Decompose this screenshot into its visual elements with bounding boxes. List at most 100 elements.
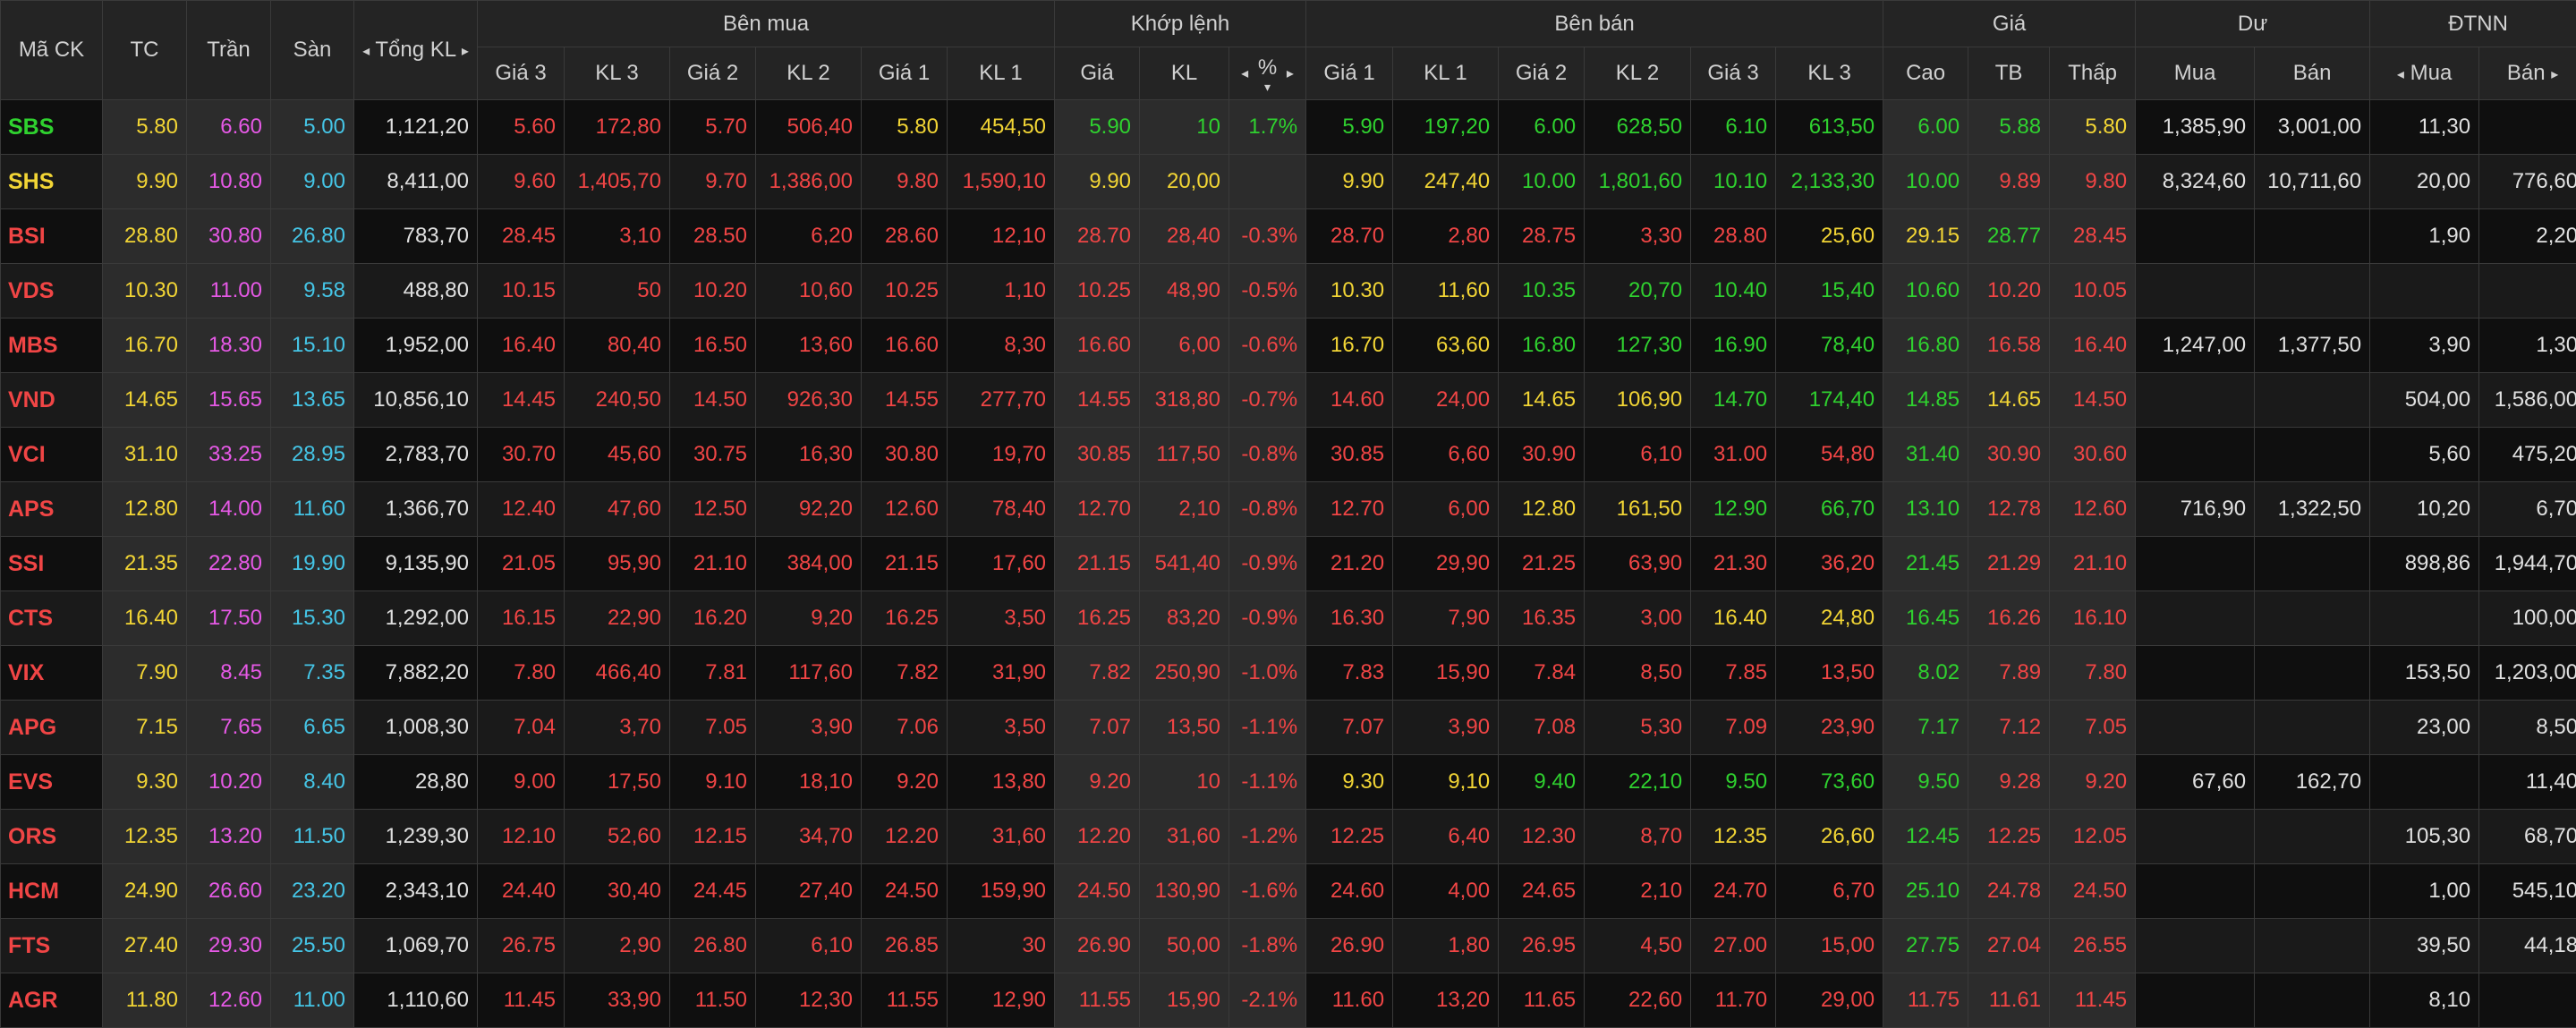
- symbol-cell[interactable]: VND: [1, 373, 103, 428]
- header-buy-vol-1[interactable]: KL 1: [948, 47, 1055, 100]
- match-volume-cell: 318,80: [1140, 373, 1229, 428]
- low-cell: 21.10: [2050, 537, 2136, 591]
- foreign-sell-cell: 475,20: [2479, 428, 2576, 482]
- foreign-left-icon[interactable]: ◂: [2397, 65, 2404, 83]
- header-total-volume[interactable]: ◂ Tổng KL ▸: [354, 1, 478, 100]
- header-match-price[interactable]: Giá: [1055, 47, 1140, 100]
- header-average[interactable]: TB: [1968, 47, 2050, 100]
- table-row[interactable]: VIX7.908.457.357,882,207.80466,407.81117…: [1, 646, 2576, 701]
- header-ref[interactable]: TC: [103, 1, 187, 100]
- symbol-cell[interactable]: AGR: [1, 973, 103, 1028]
- table-row[interactable]: CTS16.4017.5015.301,292,0016.1522,9016.2…: [1, 591, 2576, 646]
- foreign-right-icon[interactable]: ▸: [2551, 65, 2558, 83]
- header-sell-vol-2[interactable]: KL 2: [1585, 47, 1691, 100]
- symbol-cell[interactable]: ORS: [1, 810, 103, 864]
- table-row[interactable]: MBS16.7018.3015.101,952,0016.4080,4016.5…: [1, 319, 2576, 373]
- symbol-cell[interactable]: SBS: [1, 100, 103, 155]
- table-row[interactable]: VDS10.3011.009.58488,8010.155010.2010,60…: [1, 264, 2576, 319]
- match-percent-cell: -0.3%: [1229, 209, 1306, 264]
- table-row[interactable]: BSI28.8030.8026.80783,7028.453,1028.506,…: [1, 209, 2576, 264]
- buy-price-1-cell: 24.50: [862, 864, 948, 919]
- symbol-cell[interactable]: APG: [1, 701, 103, 755]
- table-row[interactable]: VCI31.1033.2528.952,783,7030.7045,6030.7…: [1, 428, 2576, 482]
- table-row[interactable]: AGR11.8012.6011.001,110,6011.4533,9011.5…: [1, 973, 2576, 1028]
- symbol-cell[interactable]: BSI: [1, 209, 103, 264]
- remain-sell-cell: [2255, 810, 2370, 864]
- sell-price-1-cell: 7.83: [1306, 646, 1393, 701]
- table-row[interactable]: APG7.157.656.651,008,307.043,707.053,907…: [1, 701, 2576, 755]
- header-buy-price-1[interactable]: Giá 1: [862, 47, 948, 100]
- header-ceil[interactable]: Trần: [187, 1, 271, 100]
- table-row[interactable]: FTS27.4029.3025.501,069,7026.752,9026.80…: [1, 919, 2576, 973]
- ceil-cell: 10.20: [187, 755, 271, 810]
- remain-sell-cell: 10,711,60: [2255, 155, 2370, 209]
- total-volume-cell: 1,239,30: [354, 810, 478, 864]
- header-low[interactable]: Thấp: [2050, 47, 2136, 100]
- foreign-buy-cell: 105,30: [2370, 810, 2479, 864]
- symbol-cell[interactable]: MBS: [1, 319, 103, 373]
- remain-sell-cell: [2255, 591, 2370, 646]
- header-buy-price-3[interactable]: Giá 3: [478, 47, 565, 100]
- symbol-cell[interactable]: SHS: [1, 155, 103, 209]
- header-remain-buy[interactable]: Mua: [2136, 47, 2255, 100]
- header-sell-price-2[interactable]: Giá 2: [1499, 47, 1585, 100]
- buy-price-3-cell: 16.40: [478, 319, 565, 373]
- table-row[interactable]: HCM24.9026.6023.202,343,1024.4030,4024.4…: [1, 864, 2576, 919]
- header-buy-vol-2[interactable]: KL 2: [756, 47, 862, 100]
- header-symbol[interactable]: Mã CK: [1, 1, 103, 100]
- low-cell: 10.05: [2050, 264, 2136, 319]
- header-sell-vol-1[interactable]: KL 1: [1393, 47, 1499, 100]
- symbol-cell[interactable]: HCM: [1, 864, 103, 919]
- buy-vol-2-cell: 34,70: [756, 810, 862, 864]
- table-row[interactable]: ORS12.3513.2011.501,239,3012.1052,6012.1…: [1, 810, 2576, 864]
- sell-price-1-cell: 12.25: [1306, 810, 1393, 864]
- buy-vol-2-cell: 27,40: [756, 864, 862, 919]
- header-sell-price-1[interactable]: Giá 1: [1306, 47, 1393, 100]
- toggle-right-icon[interactable]: ▸: [1287, 64, 1294, 82]
- table-row[interactable]: EVS9.3010.208.4028,809.0017,509.1018,109…: [1, 755, 2576, 810]
- header-buy-price-2[interactable]: Giá 2: [670, 47, 756, 100]
- table-row[interactable]: SHS9.9010.809.008,411,009.601,405,709.70…: [1, 155, 2576, 209]
- symbol-cell[interactable]: EVS: [1, 755, 103, 810]
- low-cell: 9.20: [2050, 755, 2136, 810]
- buy-price-2-cell: 16.20: [670, 591, 756, 646]
- table-row[interactable]: SBS5.806.605.001,121,205.60172,805.70506…: [1, 100, 2576, 155]
- toggle-left-icon[interactable]: ◂: [1241, 64, 1248, 82]
- floor-cell: 6.65: [271, 701, 354, 755]
- header-remain-sell[interactable]: Bán: [2255, 47, 2370, 100]
- symbol-cell[interactable]: CTS: [1, 591, 103, 646]
- buy-vol-1-cell: 31,60: [948, 810, 1055, 864]
- header-floor[interactable]: Sàn: [271, 1, 354, 100]
- header-sell-price-3[interactable]: Giá 3: [1691, 47, 1776, 100]
- buy-vol-2-cell: 9,20: [756, 591, 862, 646]
- table-row[interactable]: APS12.8014.0011.601,366,7012.4047,6012.5…: [1, 482, 2576, 537]
- sell-vol-2-cell: 3,00: [1585, 591, 1691, 646]
- header-foreign-buy[interactable]: ◂ Mua: [2370, 47, 2479, 100]
- remain-buy-cell: 1,385,90: [2136, 100, 2255, 155]
- sort-desc-icon[interactable]: ▾: [1258, 82, 1277, 91]
- sell-vol-2-cell: 161,50: [1585, 482, 1691, 537]
- header-foreign-sell[interactable]: Bán ▸: [2479, 47, 2576, 100]
- ceil-cell: 10.80: [187, 155, 271, 209]
- symbol-cell[interactable]: VCI: [1, 428, 103, 482]
- match-percent-cell: -1.1%: [1229, 701, 1306, 755]
- header-sell-vol-3[interactable]: KL 3: [1776, 47, 1883, 100]
- header-high[interactable]: Cao: [1883, 47, 1968, 100]
- header-match-percent[interactable]: ◂ % ▾ ▸: [1229, 47, 1306, 100]
- sell-vol-2-cell: 628,50: [1585, 100, 1691, 155]
- symbol-cell[interactable]: SSI: [1, 537, 103, 591]
- sell-vol-3-cell: 29,00: [1776, 973, 1883, 1028]
- average-cell: 9.28: [1968, 755, 2050, 810]
- header-buy-vol-3[interactable]: KL 3: [565, 47, 670, 100]
- scroll-right-icon[interactable]: ▸: [462, 42, 469, 60]
- header-match-volume[interactable]: KL: [1140, 47, 1229, 100]
- symbol-cell[interactable]: FTS: [1, 919, 103, 973]
- table-row[interactable]: SSI21.3522.8019.909,135,9021.0595,9021.1…: [1, 537, 2576, 591]
- symbol-cell[interactable]: APS: [1, 482, 103, 537]
- symbol-cell[interactable]: VDS: [1, 264, 103, 319]
- buy-price-2-cell: 12.50: [670, 482, 756, 537]
- symbol-cell[interactable]: VIX: [1, 646, 103, 701]
- scroll-left-icon[interactable]: ◂: [362, 42, 370, 60]
- table-row[interactable]: VND14.6515.6513.6510,856,1014.45240,5014…: [1, 373, 2576, 428]
- floor-cell: 9.58: [271, 264, 354, 319]
